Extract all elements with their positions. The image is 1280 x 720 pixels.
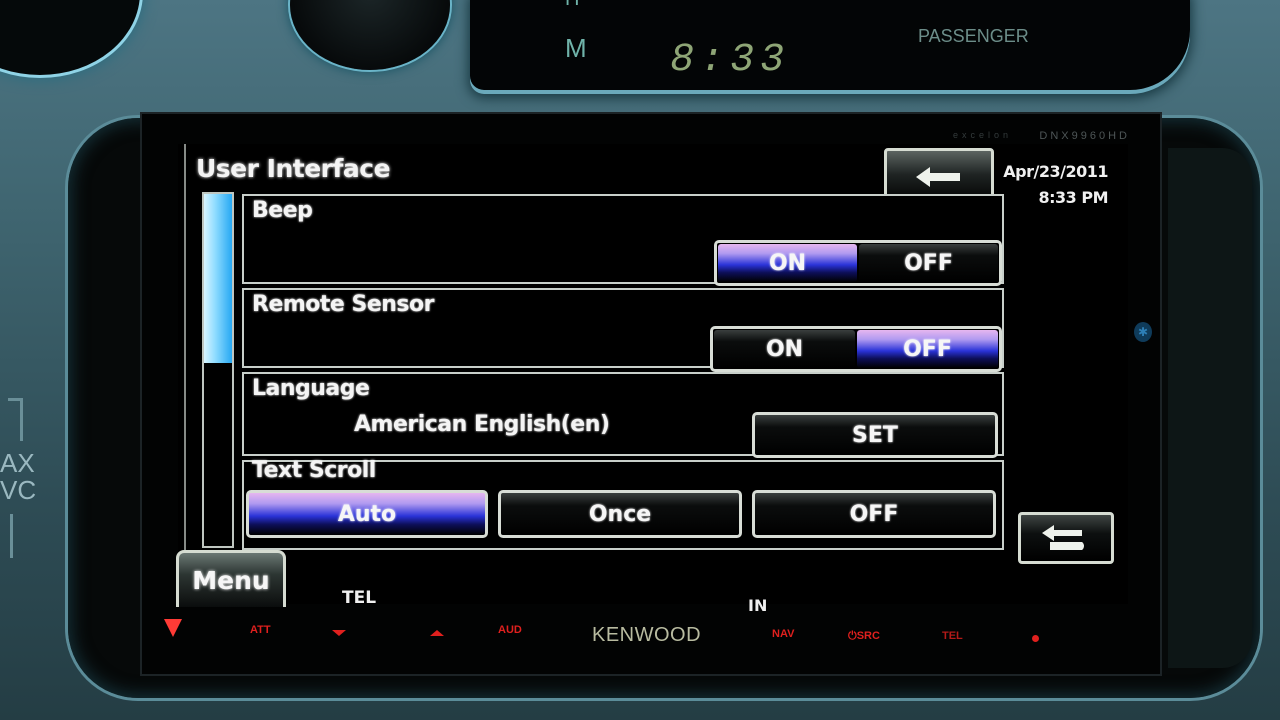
bezel-pocket [1168, 148, 1252, 668]
text-scroll-off-button[interactable]: OFF [752, 490, 996, 538]
head-unit: excelon DNX9960HD User Interface Apr/23/… [140, 112, 1162, 676]
cluster-h-label: H [565, 0, 579, 11]
instrument-cluster: H M 8:33 PASSENGER [470, 0, 1190, 90]
tel-button[interactable]: TEL [342, 588, 376, 608]
menu-dot-key[interactable] [1032, 635, 1039, 642]
remote-sensor-on-button[interactable]: ON [714, 330, 855, 368]
scrollbar-thumb[interactable] [204, 194, 232, 363]
remote-sensor-off-button[interactable]: OFF [857, 330, 998, 368]
settings-list: Beep ON OFF Remote Sensor ON OFF Languag… [242, 194, 1004, 550]
remote-sensor-toggle: ON OFF [710, 326, 1002, 372]
setting-row-text-scroll: Text Scroll Auto Once OFF [242, 458, 1004, 550]
hardware-button-bar: ATT AUD KENWOOD NAV ⏻SRC TEL [156, 614, 1146, 658]
volume-up-icon[interactable] [430, 630, 444, 636]
series-label: excelon [952, 130, 1012, 140]
beep-toggle: ON OFF [714, 240, 1002, 286]
time-display: 8:33 PM [1038, 188, 1108, 207]
remote-sensor-label: Remote Sensor [252, 292, 434, 317]
setting-row-language: Language American English(en) SET [242, 372, 1004, 458]
kenwood-logo: KENWOOD [592, 624, 702, 646]
dash-trim [8, 398, 23, 441]
date-display: Apr/23/2011 [1003, 162, 1108, 181]
dashboard-knob [290, 0, 450, 70]
back-arrow-icon [916, 167, 960, 187]
screen-edge [184, 144, 186, 604]
input-button[interactable]: IN [748, 596, 767, 615]
text-scroll-options: Auto Once OFF [246, 490, 1000, 540]
page-title: User Interface [196, 154, 391, 183]
model-label: DNX9960HD [1039, 130, 1130, 142]
aud-key[interactable]: AUD [498, 624, 522, 636]
beep-label: Beep [252, 198, 313, 223]
return-icon [1042, 525, 1084, 550]
menu-button[interactable]: Menu [176, 550, 286, 607]
setting-row-beep: Beep ON OFF [242, 194, 1004, 286]
cluster-clock: 8:33 [670, 38, 791, 83]
language-value: American English(en) [354, 412, 610, 437]
language-label: Language [252, 376, 370, 401]
bluetooth-icon: ✱ [1134, 322, 1152, 342]
beep-on-button[interactable]: ON [718, 244, 857, 282]
return-button[interactable] [1018, 512, 1114, 564]
nav-key[interactable]: NAV [772, 628, 794, 640]
text-scroll-once-button[interactable]: Once [498, 490, 742, 538]
tel-key[interactable]: TEL [942, 630, 963, 642]
cluster-m-label: M [565, 33, 587, 63]
setting-row-remote-sensor: Remote Sensor ON OFF [242, 288, 1004, 372]
eject-icon[interactable] [164, 619, 182, 637]
text-scroll-auto-button[interactable]: Auto [246, 490, 488, 538]
src-key[interactable]: ⏻SRC [848, 630, 880, 643]
scrollbar[interactable] [202, 192, 234, 548]
att-key[interactable]: ATT [250, 624, 271, 636]
volume-down-icon[interactable] [332, 630, 346, 636]
text-scroll-label: Text Scroll [252, 458, 376, 483]
dash-side-label: AX VC [0, 448, 37, 505]
passenger-airbag-label: PASSENGER [918, 26, 1029, 46]
beep-off-button[interactable]: OFF [859, 244, 998, 282]
dash-trim [0, 514, 13, 558]
air-vent [0, 0, 140, 75]
language-set-button[interactable]: SET [752, 412, 998, 458]
